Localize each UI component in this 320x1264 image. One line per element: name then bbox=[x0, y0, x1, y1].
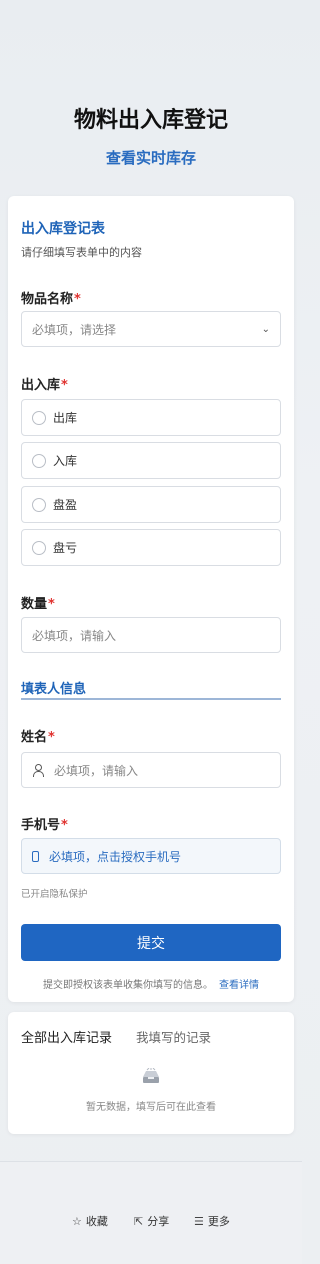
page-title: 物料出入库登记 bbox=[73, 108, 228, 133]
bottom-action-bar: ☆ 收藏 ⇱ 分享 ☰ 更多 bbox=[0, 1161, 302, 1264]
quantity-placeholder: 必填项，请输入 bbox=[32, 628, 117, 643]
filler-info-heading: 填表人信息 bbox=[21, 678, 281, 700]
io-type-label: 出入库* bbox=[21, 378, 68, 393]
radio-circle-icon bbox=[32, 453, 46, 468]
records-card: 全部出入库记录 我填写的记录 暂无数据，填写后可在此查看 bbox=[8, 1012, 294, 1134]
radio-label: 入库 bbox=[53, 454, 78, 468]
tab-all-records[interactable]: 全部出入库记录 bbox=[21, 1027, 112, 1046]
form-section-title: 出入库登记表 bbox=[21, 221, 105, 237]
name-label: 姓名* bbox=[21, 730, 55, 745]
star-icon: ☆ bbox=[72, 1214, 82, 1228]
item-name-select[interactable]: 必填项，请选择 ⌄ bbox=[21, 311, 281, 347]
consent-message: 提交即授权该表单收集你填写的信息。 bbox=[43, 980, 213, 991]
radio-option-out[interactable]: 出库 bbox=[21, 399, 281, 436]
page-header: 物料出入库登记 查看实时库存 bbox=[0, 0, 302, 168]
phone-authorize-field[interactable]: 必填项，点击授权手机号 bbox=[21, 838, 281, 874]
phone-label: 手机号* bbox=[21, 818, 68, 833]
more-button[interactable]: ☰ 更多 bbox=[194, 1213, 230, 1229]
tab-my-records[interactable]: 我填写的记录 bbox=[136, 1027, 211, 1046]
empty-state-text: 暂无数据，填写后可在此查看 bbox=[86, 1102, 216, 1113]
empty-inbox-icon bbox=[143, 1068, 159, 1083]
share-button[interactable]: ⇱ 分享 bbox=[134, 1213, 169, 1229]
more-label: 更多 bbox=[207, 1215, 230, 1228]
radio-circle-icon bbox=[32, 410, 46, 425]
registration-form-card: 出入库登记表 请仔细填写表单中的内容 物品名称* 必填项，请选择 ⌄ 出入库* … bbox=[8, 196, 294, 1002]
item-name-placeholder: 必填项，请选择 bbox=[32, 322, 117, 337]
phone-placeholder: 必填项，点击授权手机号 bbox=[49, 849, 182, 864]
privacy-note: 已开启隐私保护 bbox=[21, 889, 88, 900]
form-section-desc: 请仔细填写表单中的内容 bbox=[21, 246, 142, 259]
radio-option-in[interactable]: 入库 bbox=[21, 442, 281, 479]
item-name-label: 物品名称* bbox=[21, 292, 81, 307]
radio-circle-icon bbox=[32, 540, 46, 555]
view-details-link[interactable]: 查看详情 bbox=[219, 980, 259, 991]
radio-option-surplus[interactable]: 盘盈 bbox=[21, 486, 281, 523]
favorite-label: 收藏 bbox=[85, 1215, 108, 1228]
user-icon bbox=[32, 764, 44, 777]
quantity-input[interactable]: 必填项，请输入 bbox=[21, 617, 281, 653]
favorite-button[interactable]: ☆ 收藏 bbox=[72, 1213, 108, 1229]
required-mark: * bbox=[48, 730, 55, 745]
view-inventory-link[interactable]: 查看实时库存 bbox=[0, 148, 302, 168]
submit-button[interactable]: 提交 bbox=[21, 924, 281, 961]
consent-text: 提交即授权该表单收集你填写的信息。 查看详情 bbox=[8, 976, 294, 991]
name-placeholder: 必填项，请输入 bbox=[54, 763, 139, 778]
chevron-down-icon: ⌄ bbox=[261, 323, 270, 335]
required-mark: * bbox=[61, 818, 68, 833]
phone-icon bbox=[32, 850, 39, 862]
radio-label: 出库 bbox=[53, 411, 78, 425]
required-mark: * bbox=[61, 378, 68, 393]
share-label: 分享 bbox=[147, 1215, 170, 1228]
required-mark: * bbox=[74, 292, 81, 307]
radio-option-loss[interactable]: 盘亏 bbox=[21, 529, 281, 566]
quantity-label: 数量* bbox=[21, 597, 55, 612]
menu-icon: ☰ bbox=[194, 1214, 204, 1228]
radio-label: 盘盈 bbox=[53, 498, 78, 512]
share-icon: ⇱ bbox=[134, 1214, 144, 1228]
radio-circle-icon bbox=[32, 497, 46, 512]
radio-label: 盘亏 bbox=[53, 541, 78, 555]
name-input[interactable]: 必填项，请输入 bbox=[21, 752, 281, 788]
required-mark: * bbox=[48, 597, 55, 612]
